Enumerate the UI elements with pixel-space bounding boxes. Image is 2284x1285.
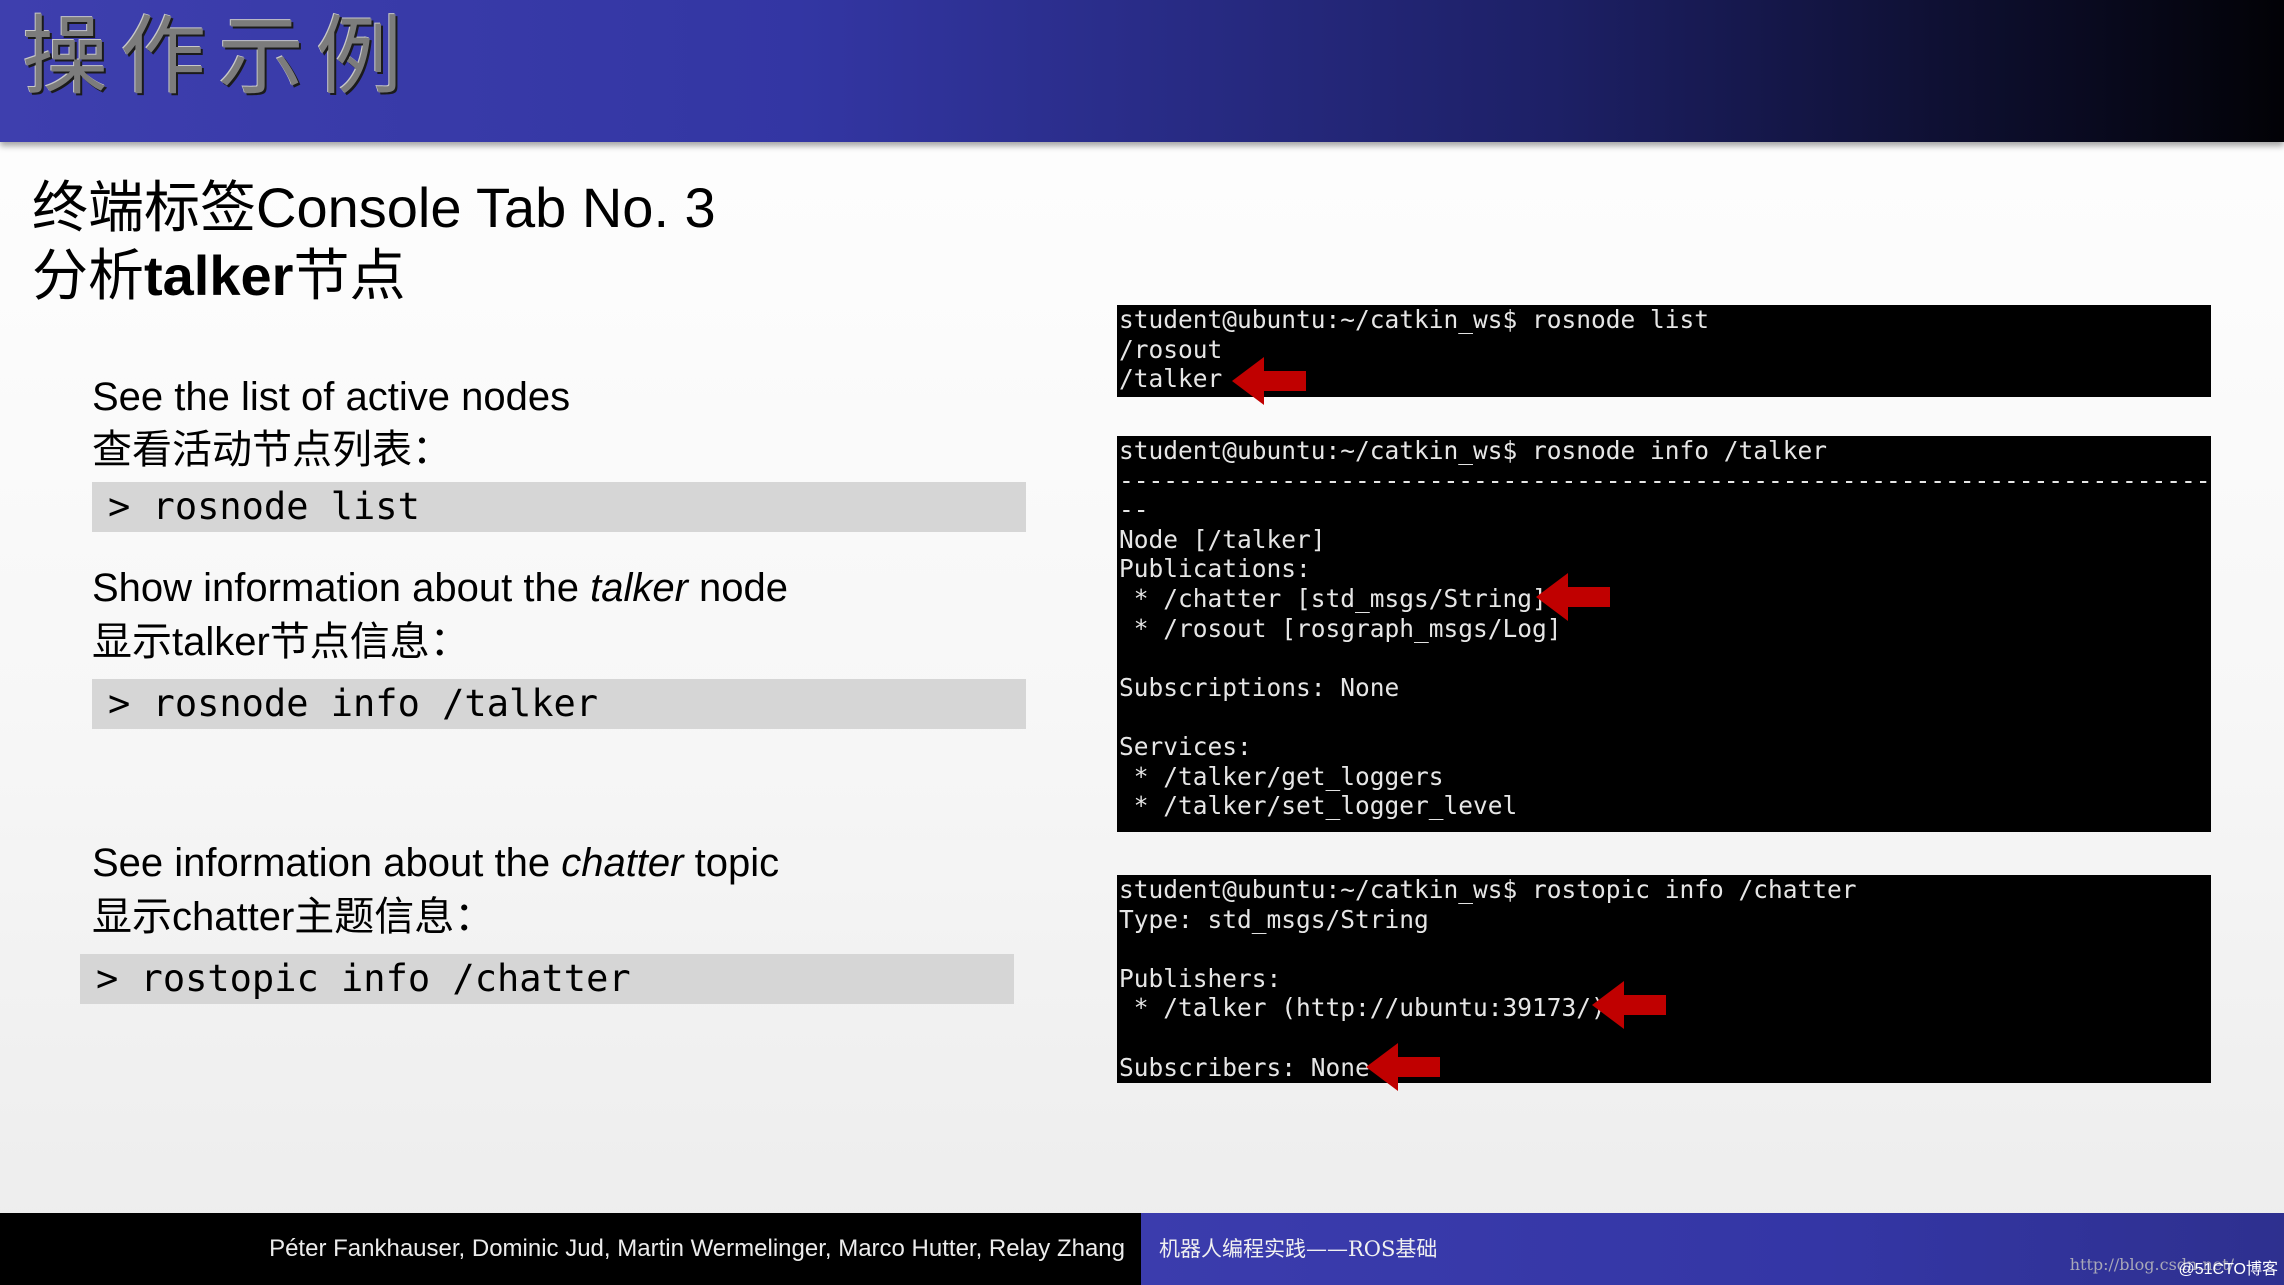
terminal-line: * /chatter [std_msgs/String] [1119,583,1547,613]
section-1-english: See the list of active nodes [92,375,571,419]
terminal-line: Node [/talker] [1119,524,1326,554]
section-3-chinese: 显示chatter主题信息： [92,895,495,939]
terminal-line: * /rosout [rosgraph_msgs/Log] [1119,613,1562,643]
terminal-line: Publications: [1119,554,1311,584]
terminal-line: * /talker/set_logger_level [1119,791,1518,821]
section-3-english-prefix: See information about the [92,841,562,885]
subtitle-prefix: 分析 [32,244,144,307]
footer-course-panel: 机器人编程实践——ROS基础 http://blog.csdn.net/ @51… [1141,1213,2284,1285]
arrow-left-icon [1366,1043,1440,1091]
terminal-line: Subscribers: None [1119,1052,1370,1082]
terminal-line: -- [1119,495,1149,525]
footer-bar: Péter Fankhauser, Dominic Jud, Martin We… [0,1213,2284,1285]
section-1-chinese: 查看活动节点列表： [92,428,452,472]
header-bar: 操作示例 [0,0,2284,142]
subtitle-line-1: 终端标签Console Tab No. 3 [32,176,716,239]
command-box-rostopic-info: > rostopic info /chatter [80,954,1014,1004]
watermark-badge: @51CTO博客 [2178,1261,2278,1278]
section-2-chinese: 显示talker节点信息： [92,620,470,664]
section-3-english-suffix: topic [683,841,780,885]
arrow-left-icon [1232,357,1306,405]
subtitle-line-2: 分析talker节点 [32,248,405,304]
subtitle-suffix: 节点 [293,244,406,307]
section-3-english: See information about the chatter topic [92,843,779,883]
arrow-left-icon [1536,573,1610,621]
terminal-line: student@ubuntu:~/catkin_ws$ rostopic inf… [1119,875,1857,904]
terminal-line: Type: std_msgs/String [1119,904,1429,934]
terminal-line: Subscriptions: None [1119,672,1400,702]
terminal-line: Services: [1119,731,1252,761]
footer-authors: Péter Fankhauser, Dominic Jud, Martin We… [269,1235,1125,1262]
terminal-line: student@ubuntu:~/catkin_ws$ rosnode info… [1119,436,1828,465]
terminal-rosnode-info: student@ubuntu:~/catkin_ws$ rosnode info… [1117,436,2211,832]
terminal-line: student@ubuntu:~/catkin_ws$ rosnode list [1119,305,1710,334]
section-2-english: Show information about the talker node [92,568,788,608]
section-3-english-italic: chatter [561,841,684,885]
terminal-line: ----------------------------------------… [1119,465,2211,495]
section-2-english-prefix: Show information about the [92,566,591,610]
terminal-rostopic-info: student@ubuntu:~/catkin_ws$ rostopic inf… [1117,875,2211,1083]
subtitle-bold: talker [144,244,294,307]
slide-title: 操作示例 [22,7,414,107]
terminal-line: * /talker/get_loggers [1119,761,1444,791]
section-2-english-suffix: node [687,566,789,610]
command-box-rosnode-info: > rosnode info /talker [92,679,1026,729]
footer-course-title: 机器人编程实践——ROS基础 [1159,1237,1438,1261]
section-2-english-italic: talker [590,566,688,610]
arrow-left-icon [1592,981,1666,1029]
command-box-rosnode-list: > rosnode list [92,482,1026,532]
